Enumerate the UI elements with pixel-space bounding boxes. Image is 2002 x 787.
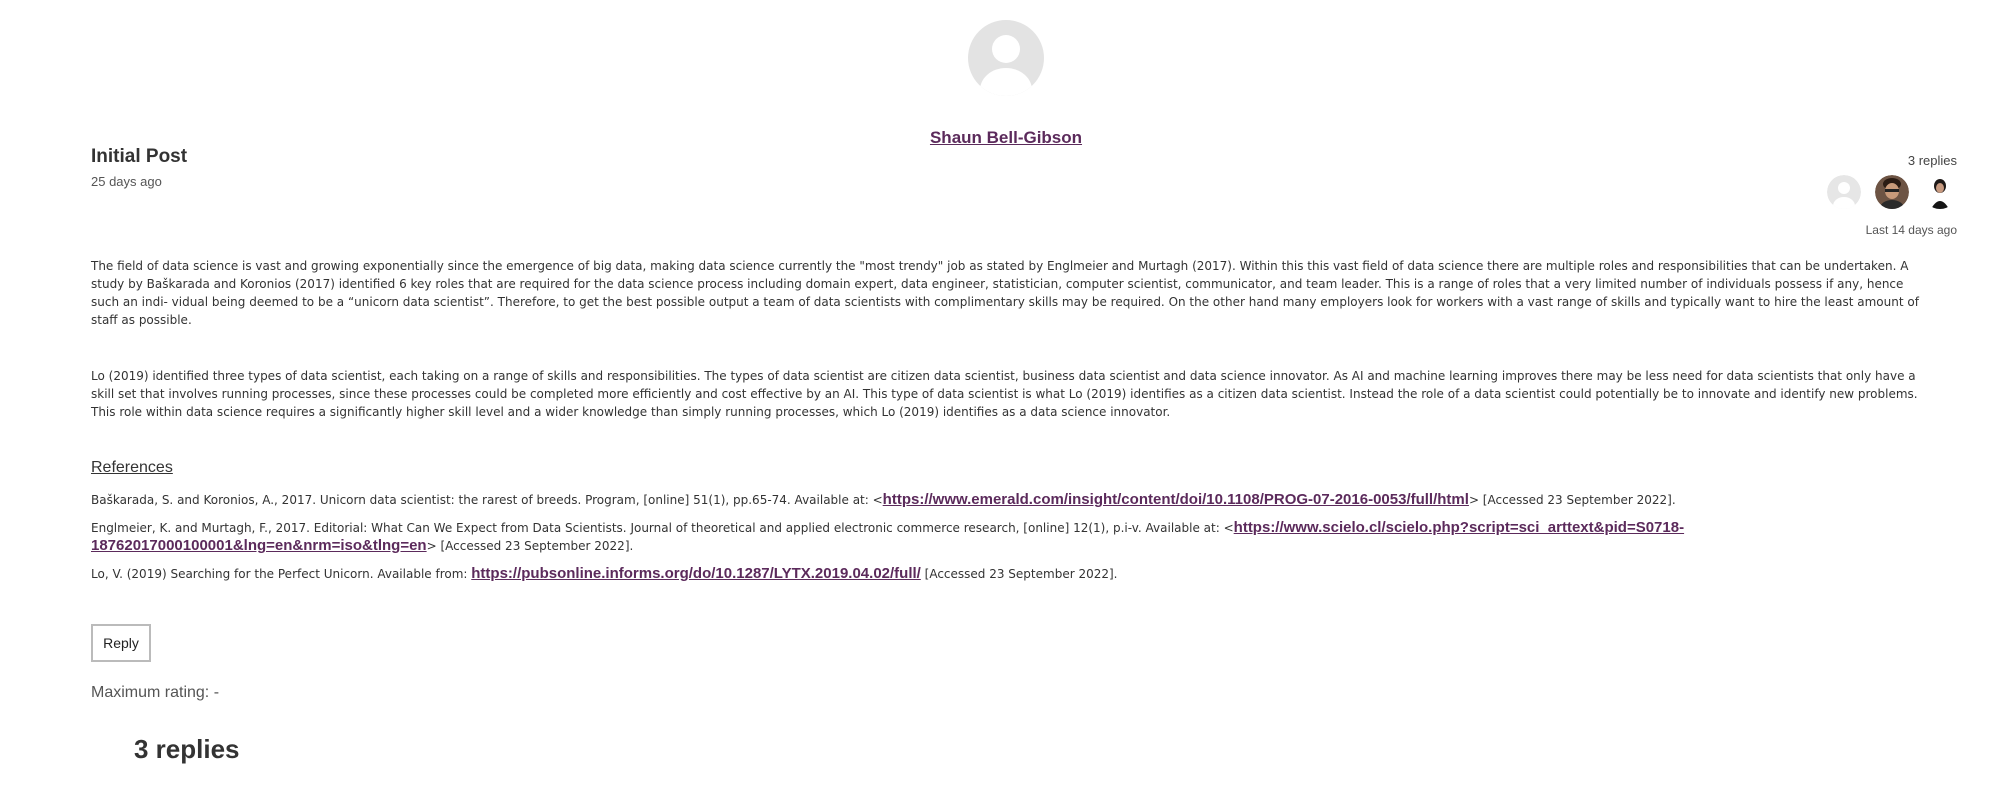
post-date: 25 days ago (91, 174, 162, 189)
post-content: The field of data science is vast and gr… (91, 257, 1926, 583)
replier-avatar[interactable] (1875, 175, 1909, 209)
replier-avatar[interactable] (1923, 175, 1957, 209)
reference-link[interactable]: https://www.emerald.com/insight/content/… (883, 491, 1469, 508)
reference-item: Englmeier, K. and Murtagh, F., 2017. Edi… (91, 519, 1926, 555)
reply-button[interactable]: Reply (91, 624, 151, 662)
user-photo-icon (1875, 175, 1909, 209)
reference-text: Baškarada, S. and Koronios, A., 2017. Un… (91, 493, 883, 507)
reference-text: [Accessed 23 September 2022]. (920, 567, 1118, 581)
reference-link[interactable]: https://pubsonline.informs.org/do/10.128… (471, 565, 921, 582)
reference-item: Baškarada, S. and Koronios, A., 2017. Un… (91, 491, 1926, 509)
post-paragraph: The field of data science is vast and gr… (91, 259, 1919, 327)
user-silhouette-icon (980, 35, 1032, 96)
last-reply-time: Last 14 days ago (1865, 223, 1957, 237)
replier-avatar[interactable] (1827, 175, 1861, 209)
reference-text: Englmeier, K. and Murtagh, F., 2017. Edi… (91, 521, 1234, 535)
replies-count: 3 replies (1907, 153, 1957, 168)
author-avatar[interactable] (968, 20, 1044, 96)
author-name-link[interactable]: Shaun Bell-Gibson (930, 128, 1082, 148)
references-heading: References (91, 459, 173, 476)
replies-heading: 3 replies (134, 734, 240, 764)
reference-text: > [Accessed 23 September 2022]. (1468, 493, 1676, 507)
reference-text: Lo, V. (2019) Searching for the Perfect … (91, 567, 472, 581)
max-rating: Maximum rating: - (91, 684, 220, 701)
user-silhouette-icon (1827, 175, 1861, 209)
post-title: Initial Post (91, 146, 188, 167)
author-block: Shaun Bell-Gibson (0, 20, 2002, 148)
reference-item: Lo, V. (2019) Searching for the Perfect … (91, 565, 1926, 583)
reply-avatars (1827, 175, 1957, 209)
reference-text: > [Accessed 23 September 2022]. (426, 539, 634, 553)
post-paragraph: Lo (2019) identified three types of data… (91, 369, 1918, 419)
user-photo-icon (1923, 175, 1957, 209)
